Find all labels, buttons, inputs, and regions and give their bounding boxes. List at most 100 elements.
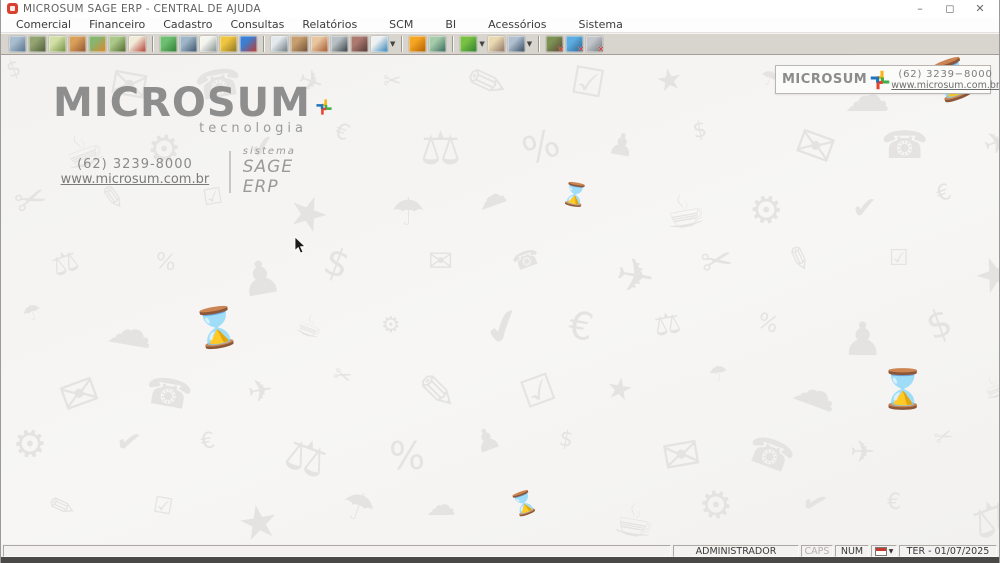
phonebook-icon[interactable] <box>89 36 106 52</box>
watermark-glyph: ✂ <box>383 71 401 93</box>
watermark-glyph: ✉ <box>658 429 704 481</box>
notebook-icon[interactable] <box>429 36 446 52</box>
watermark-glyph: ⚙ <box>744 186 789 233</box>
microsum-plus-icon <box>869 69 891 91</box>
system-label: sistema <box>243 146 333 157</box>
watermark-glyph: ✈ <box>850 438 875 468</box>
watermark-glyph: ✈ <box>980 126 999 163</box>
watermark-glyph: % <box>153 250 177 275</box>
workstation-icon[interactable] <box>9 36 26 52</box>
status-calendar-button[interactable]: ▼ <box>871 545 897 557</box>
watermark-glyph: ✎ <box>782 242 816 279</box>
install-disk-icon[interactable] <box>49 36 66 52</box>
status-num-indicator: NUM <box>835 545 869 557</box>
status-user: ADMINISTRADOR <box>673 545 799 557</box>
menu-item-scm[interactable]: SCM <box>380 18 422 31</box>
menu-item-consultas[interactable]: Consultas <box>221 18 293 31</box>
watermark-glyph: ✉ <box>428 247 453 277</box>
stamp-icon[interactable] <box>488 36 505 52</box>
app-window: MICROSUM SAGE ERP - CENTRAL DE AJUDA – ◻… <box>0 0 1000 563</box>
brand-block: MICROSUM tecnologia (62) 3239-8000 www.m… <box>53 83 333 197</box>
watermark-glyph: ✉ <box>53 366 105 422</box>
watermark-glyph: $ <box>4 57 25 82</box>
watermark-glyph: ☎ <box>742 428 799 480</box>
watermark-glyph: ☑ <box>516 367 561 414</box>
minimize-button[interactable]: – <box>905 2 935 15</box>
settings-block-icon[interactable]: ✕ <box>586 36 603 52</box>
report-print-icon[interactable] <box>371 36 388 52</box>
menu-bar: ComercialFinanceiroCadastroConsultasRela… <box>1 17 999 33</box>
chevron-down-icon[interactable]: ▼ <box>479 40 484 48</box>
orange-clock-icon[interactable] <box>409 36 426 52</box>
horse-icon[interactable] <box>351 36 368 52</box>
blocked-x-icon: ✕ <box>597 45 604 54</box>
menu-item-comercial[interactable]: Comercial <box>7 18 80 31</box>
watermark-glyph: $ <box>921 302 957 346</box>
calculator-icon[interactable] <box>508 36 525 52</box>
toolbar-group <box>405 36 450 52</box>
watermark-glyph: ✈ <box>246 375 276 409</box>
menu-item-sistema[interactable]: Sistema <box>570 18 632 31</box>
watermark-glyph: ☂ <box>20 300 46 327</box>
package-icon[interactable] <box>29 36 46 52</box>
window-controls: – ◻ ✕ <box>905 2 995 15</box>
briefcase-icon[interactable] <box>291 36 308 52</box>
ledger-green-icon[interactable] <box>160 36 177 52</box>
building-calc-icon[interactable] <box>180 36 197 52</box>
watermark-glyph: ✔ <box>798 486 832 523</box>
watermark-glyph: ⚖ <box>279 428 333 485</box>
system-name: SAGE ERP <box>243 157 333 197</box>
watermark-glyph: ♟ <box>606 129 638 163</box>
watermark-glyph: ⚖ <box>965 489 999 544</box>
brand-name: MICROSUM <box>53 83 311 123</box>
watermark-glyph: ✔ <box>477 299 529 355</box>
watermark-glyph: ⚖ <box>420 125 461 171</box>
watermark-glyph: ☕ <box>292 308 328 345</box>
window-bottom-edge <box>1 557 999 563</box>
money-folder-icon[interactable] <box>220 36 237 52</box>
chart-wheel-icon[interactable] <box>240 36 257 52</box>
menu-item-cadastro[interactable]: Cadastro <box>154 18 221 31</box>
chevron-down-icon[interactable]: ▼ <box>527 40 532 48</box>
watermark-glyph: ★ <box>654 64 686 98</box>
clipboard-check-icon[interactable] <box>129 36 146 52</box>
menu-item-relatorios[interactable]: Relatórios <box>293 18 366 31</box>
toolbar-separator <box>152 36 154 52</box>
blocked-x-icon: ✕ <box>557 45 564 54</box>
watermark-glyph: € <box>566 305 596 347</box>
monitor-lock-icon[interactable]: ✕ <box>546 36 563 52</box>
gamepad-icon[interactable] <box>109 36 126 52</box>
header-website-link[interactable]: www.microsum.com.br <box>891 80 999 91</box>
watermark-glyph: $ <box>557 428 575 452</box>
watermark-glyph: ✂ <box>932 425 957 452</box>
menu-item-bi[interactable]: BI <box>436 18 465 31</box>
watermark-glyph: ✂ <box>330 364 355 391</box>
watermark-glyph: ✉ <box>789 118 841 174</box>
menu-item-acessorios[interactable]: Acessórios <box>479 18 555 31</box>
dove-icon[interactable] <box>271 36 288 52</box>
chevron-down-icon[interactable]: ▼ <box>390 40 395 48</box>
toolbar-separator <box>401 36 403 52</box>
piggy-bank-icon[interactable] <box>311 36 328 52</box>
watermark-glyph: € <box>332 120 353 145</box>
columns-icon[interactable] <box>331 36 348 52</box>
copy-pages-icon[interactable] <box>200 36 217 52</box>
mouse-cursor <box>294 236 306 254</box>
title-bar: MICROSUM SAGE ERP - CENTRAL DE AJUDA – ◻… <box>1 0 999 17</box>
toolbar-group: ▼ <box>267 36 399 52</box>
close-button[interactable]: ✕ <box>965 2 995 15</box>
brand-website-link[interactable]: www.microsum.com.br <box>53 172 217 187</box>
toolbar-group: ✕✕✕ <box>542 36 607 52</box>
maximize-button[interactable]: ◻ <box>935 2 965 15</box>
menu-item-financeiro[interactable]: Financeiro <box>80 18 154 31</box>
watermark-glyph: ☁ <box>104 302 157 355</box>
globe-block-icon[interactable]: ✕ <box>566 36 583 52</box>
crate-icon[interactable] <box>69 36 86 52</box>
refresh-arrow-icon[interactable] <box>460 36 477 52</box>
watermark-glyph: ☎ <box>142 370 195 416</box>
watermark-glyph: ⌛ <box>190 305 243 351</box>
brand-phone: (62) 3239-8000 <box>53 157 217 172</box>
watermark-glyph: ✔ <box>114 426 144 460</box>
toolbar-group <box>5 36 150 52</box>
watermark-glyph: ☎ <box>510 246 543 276</box>
